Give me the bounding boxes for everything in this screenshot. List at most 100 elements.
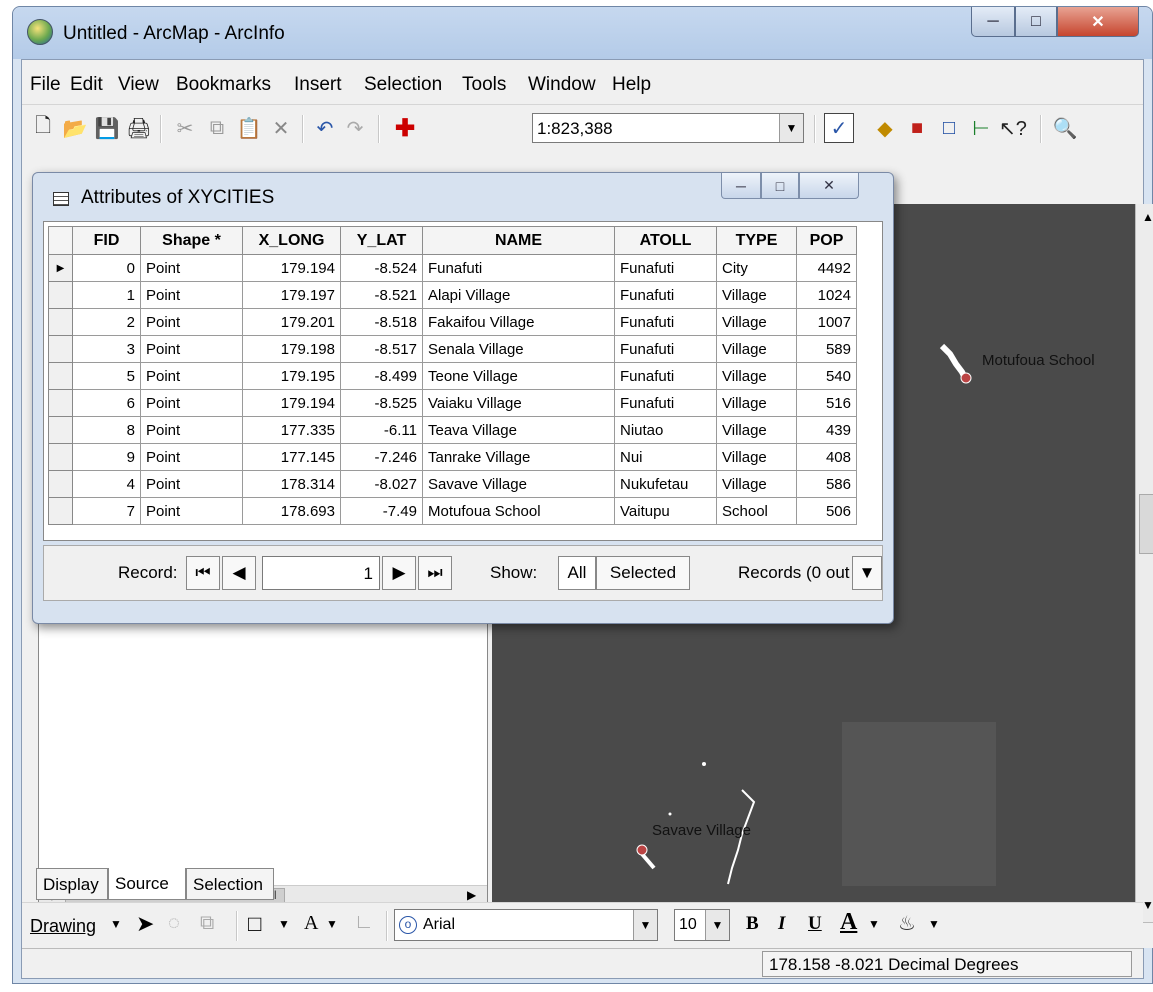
cell-y[interactable]: -7.49	[340, 497, 423, 525]
table-row[interactable]: 7 Point 178.693 -7.49 Motufoua School Vaitupu…	[48, 497, 857, 525]
cell-pop[interactable]: 1024	[796, 281, 857, 309]
cell-fid[interactable]: 4	[72, 470, 141, 498]
text-tool-icon[interactable]: A	[304, 912, 318, 935]
cell-shape[interactable]: Point	[140, 443, 243, 471]
bold-button[interactable]: B	[746, 913, 759, 935]
first-record-button[interactable]: ⏮	[186, 556, 220, 590]
table-row[interactable]: 5 Point 179.195 -8.499 Teone Village Funafuti…	[48, 362, 857, 390]
menu-tools[interactable]: Tools	[462, 74, 506, 96]
record-number-input[interactable]: 1	[262, 556, 380, 590]
maximize-button[interactable]: □	[761, 173, 799, 199]
map-scroll-thumb[interactable]	[1139, 494, 1153, 554]
cell-name[interactable]: Savave Village	[422, 470, 615, 498]
cell-type[interactable]: Village	[716, 470, 797, 498]
cell-atoll[interactable]: Funafuti	[614, 335, 717, 363]
cell-pop[interactable]: 589	[796, 335, 857, 363]
column-header-y-lat[interactable]: Y_LAT	[340, 226, 423, 255]
row-selector[interactable]	[48, 389, 73, 417]
cell-y[interactable]: -8.521	[340, 281, 423, 309]
menu-window[interactable]: Window	[528, 74, 596, 96]
underline-button[interactable]: U	[808, 913, 822, 935]
minimize-button[interactable]: ─	[971, 7, 1015, 37]
paste-icon[interactable]: 📋	[234, 113, 264, 143]
copy-icon[interactable]: ⧉	[202, 113, 232, 143]
table-row[interactable]: 8 Point 177.335 -6.11 Teava Village Niutao Vil…	[48, 416, 857, 444]
cell-atoll[interactable]: Funafuti	[614, 254, 717, 282]
toolbox-icon[interactable]: ■	[902, 113, 932, 143]
chevron-down-icon[interactable]: ▼	[779, 114, 803, 142]
cell-atoll[interactable]: Funafuti	[614, 308, 717, 336]
cell-shape[interactable]: Point	[140, 308, 243, 336]
cell-y[interactable]: -7.246	[340, 443, 423, 471]
chevron-down-icon[interactable]: ▼	[868, 917, 880, 931]
scroll-up-icon[interactable]: ▲	[1142, 210, 1153, 224]
row-selector[interactable]	[48, 362, 73, 390]
cell-atoll[interactable]: Niutao	[614, 416, 717, 444]
cell-x[interactable]: 177.335	[242, 416, 341, 444]
cell-y[interactable]: -6.11	[340, 416, 423, 444]
cell-y[interactable]: -8.517	[340, 335, 423, 363]
cell-x[interactable]: 179.195	[242, 362, 341, 390]
row-selector[interactable]	[48, 470, 73, 498]
chevron-down-icon[interactable]: ▼	[110, 917, 122, 931]
cell-y[interactable]: -8.027	[340, 470, 423, 498]
cell-name[interactable]: Tanrake Village	[422, 443, 615, 471]
cell-shape[interactable]: Point	[140, 389, 243, 417]
show-selected-button[interactable]: Selected	[596, 556, 690, 590]
cell-x[interactable]: 177.145	[242, 443, 341, 471]
cell-name[interactable]: Vaiaku Village	[422, 389, 615, 417]
cell-y[interactable]: -8.499	[340, 362, 423, 390]
close-button[interactable]: ✕	[799, 173, 859, 199]
command-line-icon[interactable]: □	[934, 113, 964, 143]
cell-name[interactable]: Senala Village	[422, 335, 615, 363]
cell-pop[interactable]: 516	[796, 389, 857, 417]
column-header-pop[interactable]: POP	[796, 226, 857, 255]
print-icon[interactable]: 🖨	[124, 113, 154, 143]
chevron-down-icon[interactable]: ▼	[633, 910, 657, 940]
table-row[interactable]: 6 Point 179.194 -8.525 Vaiaku Village Funafut…	[48, 389, 857, 417]
table-row[interactable]: 3 Point 179.198 -8.517 Senala Village Funafut…	[48, 335, 857, 363]
redo-icon[interactable]: ↷	[340, 113, 370, 143]
cell-pop[interactable]: 4492	[796, 254, 857, 282]
cell-x[interactable]: 179.194	[242, 389, 341, 417]
cell-fid[interactable]: 0	[72, 254, 141, 282]
row-selector[interactable]	[48, 281, 73, 309]
cell-x[interactable]: 178.314	[242, 470, 341, 498]
cell-pop[interactable]: 439	[796, 416, 857, 444]
cell-type[interactable]: Village	[716, 335, 797, 363]
chevron-down-icon[interactable]: ▼	[705, 910, 729, 940]
menu-view[interactable]: View	[118, 74, 159, 96]
map-vertical-scrollbar[interactable]: ▲ ▼	[1135, 204, 1153, 922]
cell-name[interactable]: Motufoua School	[422, 497, 615, 525]
table-options-dropdown[interactable]: ▼	[852, 556, 882, 590]
row-selector[interactable]	[48, 443, 73, 471]
cell-atoll[interactable]: Funafuti	[614, 389, 717, 417]
table-row[interactable]: ▶ 0 Point 179.194 -8.524 Funafuti Funafuti City…	[48, 254, 857, 282]
menu-bookmarks[interactable]: Bookmarks	[176, 74, 271, 96]
table-row[interactable]: 1 Point 179.197 -8.521 Alapi Village Funafuti…	[48, 281, 857, 309]
cell-name[interactable]: Funafuti	[422, 254, 615, 282]
cell-pop[interactable]: 506	[796, 497, 857, 525]
cell-y[interactable]: -8.525	[340, 389, 423, 417]
cell-name[interactable]: Teava Village	[422, 416, 615, 444]
row-selector[interactable]	[48, 497, 73, 525]
cell-type[interactable]: Village	[716, 362, 797, 390]
cell-y[interactable]: -8.524	[340, 254, 423, 282]
cell-y[interactable]: -8.518	[340, 308, 423, 336]
cell-fid[interactable]: 3	[72, 335, 141, 363]
tab-display[interactable]: Display	[36, 868, 108, 900]
row-selector-header[interactable]	[48, 226, 73, 255]
cell-type[interactable]: School	[716, 497, 797, 525]
delete-icon[interactable]: ✕	[266, 113, 296, 143]
attribute-title-bar[interactable]: Attributes of XYCITIES ─ □ ✕	[33, 173, 893, 217]
cell-type[interactable]: Village	[716, 389, 797, 417]
editor-toolbar-icon[interactable]: ✓	[824, 113, 854, 143]
save-icon[interactable]: 💾	[92, 113, 122, 143]
cell-name[interactable]: Fakaifou Village	[422, 308, 615, 336]
cell-pop[interactable]: 1007	[796, 308, 857, 336]
next-record-button[interactable]: ▶	[382, 556, 416, 590]
undo-icon[interactable]: ↶	[310, 113, 340, 143]
cell-shape[interactable]: Point	[140, 254, 243, 282]
cell-fid[interactable]: 6	[72, 389, 141, 417]
select-elements-icon[interactable]: ➤	[136, 911, 154, 937]
